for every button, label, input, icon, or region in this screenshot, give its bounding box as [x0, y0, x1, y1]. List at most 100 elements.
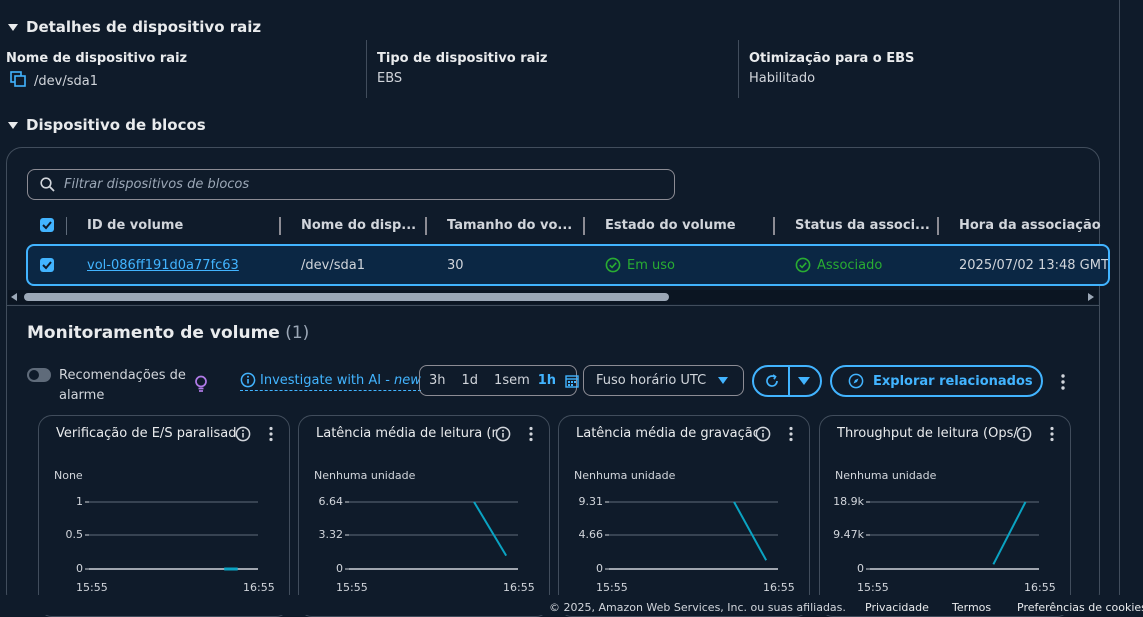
root-device-section-toggle[interactable]: Detalhes de dispositivo raiz: [8, 18, 261, 36]
filter-placeholder: Filtrar dispositivos de blocos: [64, 177, 250, 192]
block-devices-section-toggle[interactable]: Dispositivo de blocos: [8, 116, 206, 134]
select-all-checkbox[interactable]: [40, 218, 54, 232]
table-row[interactable]: vol-086ff191d0a77fc63 /dev/sda1 30 Em us…: [26, 244, 1110, 286]
x-tick-label: 16:55: [503, 581, 535, 594]
row-checkbox[interactable]: [40, 258, 54, 272]
explore-related-button[interactable]: Explorar relacionados: [830, 365, 1043, 397]
caret-down-icon: [8, 121, 18, 129]
alarm-recommendations-label: Recomendações de alarme: [59, 368, 186, 403]
column-separator[interactable]: [279, 217, 281, 235]
investigate-with-ai-link[interactable]: Investigate with AI - new: [240, 372, 421, 391]
scrollbar-thumb[interactable]: [24, 293, 669, 301]
metric-card-read-throughput: Throughput de leitura (Ops/s) Nenhuma uni…: [819, 415, 1071, 617]
column-header-volume-size[interactable]: Tamanho do vo...: [447, 218, 572, 233]
time-range-1h[interactable]: 1h: [538, 373, 556, 388]
metric-unit-label: None: [54, 469, 83, 482]
column-separator[interactable]: [425, 217, 427, 235]
more-options-icon[interactable]: [1060, 373, 1066, 391]
volume-size-cell: 30: [447, 258, 464, 273]
y-tick-label: 9.47k: [833, 528, 864, 541]
copy-icon[interactable]: [10, 71, 26, 91]
column-separator[interactable]: [773, 217, 775, 235]
device-name-cell: /dev/sda1: [301, 258, 365, 273]
y-tick-label: 1: [76, 495, 83, 508]
metric-unit-label: Nenhuma unidade: [574, 469, 676, 482]
lightbulb-icon[interactable]: [194, 375, 208, 397]
column-header-attach-time[interactable]: Hora da associação: [959, 218, 1101, 233]
root-device-type-label: Tipo de dispositivo raiz: [377, 51, 548, 66]
search-icon: [40, 177, 55, 192]
divider: [7, 305, 1099, 306]
footer-privacy-link[interactable]: Privacidade: [865, 601, 929, 614]
info-icon[interactable]: [235, 426, 251, 446]
divider: [738, 40, 739, 98]
horizontal-scrollbar[interactable]: [8, 290, 1098, 304]
y-tick-label: 0: [336, 562, 343, 575]
footer: © 2025, Amazon Web Services, Inc. ou sua…: [0, 595, 1143, 615]
volume-state-cell: Em uso: [605, 257, 675, 273]
metric-card-title: Latência média de leitura (ms/o: [316, 426, 502, 441]
success-icon: [605, 257, 621, 273]
root-device-name-value: /dev/sda1: [10, 71, 98, 91]
block-devices-filter-input[interactable]: Filtrar dispositivos de blocos: [27, 169, 675, 200]
metric-card-title: Verificação de E/S paralisada: [56, 426, 242, 441]
x-tick-label: 15:55: [857, 581, 889, 594]
column-header-device-name[interactable]: Nome do disp...: [301, 218, 416, 233]
refresh-icon[interactable]: [764, 373, 780, 389]
y-tick-label: 0: [76, 562, 83, 575]
scroll-right-icon[interactable]: [1088, 293, 1094, 301]
footer-cookie-preferences-link[interactable]: Preferências de cookies: [1017, 601, 1143, 614]
series-line: [473, 501, 508, 557]
time-range-3h[interactable]: 3h: [429, 373, 446, 388]
series-line: [992, 501, 1027, 565]
alarm-recommendations-toggle[interactable]: [27, 368, 51, 382]
scroll-left-icon[interactable]: [11, 293, 17, 301]
column-separator[interactable]: [937, 217, 939, 235]
y-tick-label: 0.5: [65, 528, 84, 541]
metric-card-title: Throughput de leitura (Ops/s): [837, 426, 1023, 441]
y-tick-label: 0: [857, 562, 864, 575]
refresh-button-group: [752, 365, 822, 397]
caret-down-icon: [8, 23, 18, 31]
series-line: [733, 501, 768, 561]
more-options-icon[interactable]: [268, 426, 274, 446]
divider: [366, 40, 367, 98]
y-tick-label: 6.64: [318, 495, 344, 508]
metric-card-title: Latência média de gravação (m: [576, 426, 762, 441]
timezone-select[interactable]: Fuso horário UTC: [583, 365, 744, 396]
more-options-icon[interactable]: [1049, 426, 1055, 446]
y-tick-label: 0: [596, 562, 603, 575]
column-header-attach-status[interactable]: Status da associ...: [795, 218, 930, 233]
x-tick-label: 15:55: [76, 581, 108, 594]
column-separator[interactable]: [583, 217, 585, 235]
success-icon: [795, 257, 811, 273]
y-tick-label: 9.31: [578, 495, 604, 508]
metric-unit-label: Nenhuma unidade: [835, 469, 937, 482]
x-tick-label: 16:55: [763, 581, 795, 594]
time-range-1sem[interactable]: 1sem: [494, 373, 530, 388]
time-range-selector: 3h 1d 1sem 1h: [419, 365, 579, 396]
more-options-icon[interactable]: [788, 426, 794, 446]
monitoring-count: (1): [285, 323, 310, 343]
root-device-name-label: Nome de dispositivo raiz: [6, 51, 188, 66]
calendar-icon[interactable]: [565, 374, 579, 388]
footer-terms-link[interactable]: Termos: [952, 601, 991, 614]
metric-card-stalled-io-check: Verificação de E/S paralisada None 1 0.5 0 15…: [38, 415, 290, 617]
info-icon[interactable]: [495, 426, 511, 446]
attach-status-cell: Associado: [795, 257, 882, 273]
volume-id-link[interactable]: vol-086ff191d0a77fc63: [87, 258, 239, 273]
refresh-options-dropdown[interactable]: [798, 377, 810, 385]
column-header-volume-id[interactable]: ID de volume: [87, 218, 183, 233]
x-tick-label: 15:55: [336, 581, 368, 594]
info-icon[interactable]: [1016, 426, 1032, 446]
info-icon[interactable]: [755, 426, 771, 446]
time-range-1d[interactable]: 1d: [462, 373, 479, 388]
column-header-volume-state[interactable]: Estado do volume: [605, 218, 736, 233]
column-separator: [66, 217, 67, 235]
block-devices-section-title: Dispositivo de blocos: [26, 116, 206, 134]
monitoring-header: Monitoramento de volume (1): [27, 323, 309, 343]
footer-copyright: © 2025, Amazon Web Services, Inc. ou sua…: [549, 601, 846, 614]
y-tick-label: 18.9k: [833, 495, 864, 508]
info-icon: [240, 372, 256, 388]
more-options-icon[interactable]: [528, 426, 534, 446]
